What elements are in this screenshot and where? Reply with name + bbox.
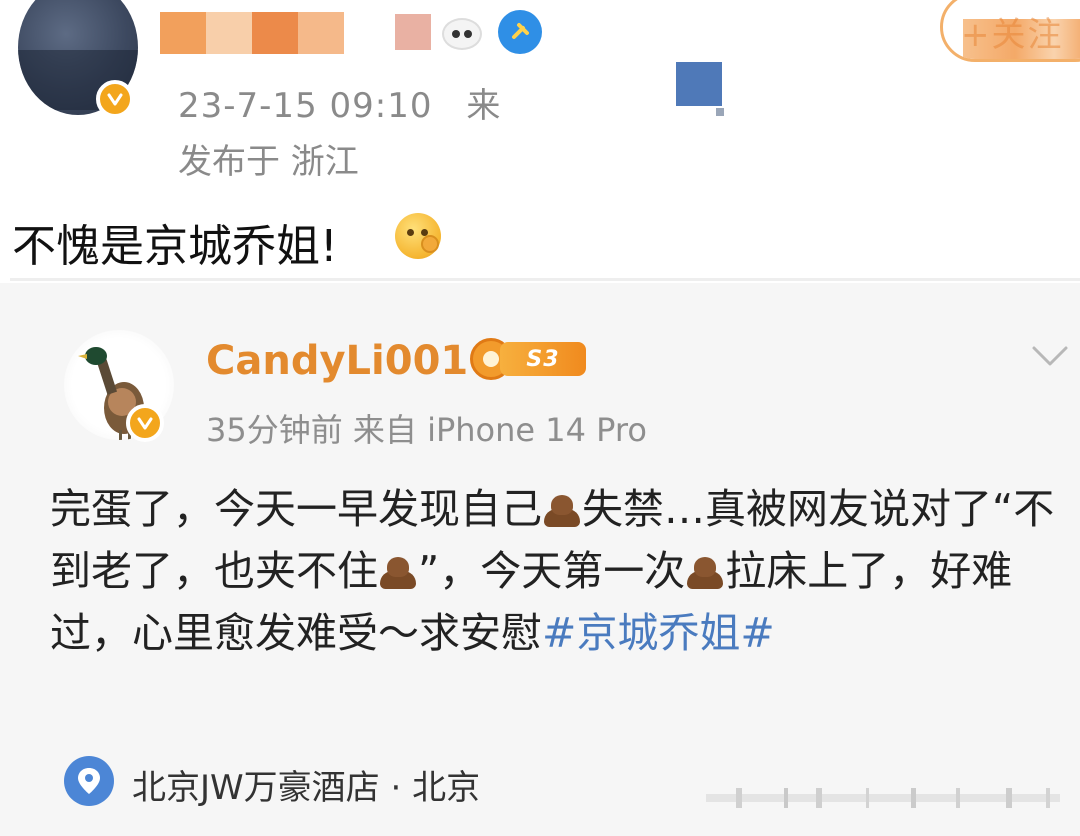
- quoted-username[interactable]: CandyLi001: [206, 338, 468, 384]
- verified-badge-icon: [96, 80, 134, 118]
- body-text: 完蛋了，今天一早发现自己: [50, 485, 542, 533]
- post-location: 发布于 浙江: [178, 142, 359, 182]
- location-pin-icon: [64, 756, 114, 806]
- username-mosaic: [395, 14, 431, 50]
- divider: [10, 278, 1080, 281]
- redacted-mark: [716, 108, 724, 116]
- checkin-label: 北京JW万豪酒店 · 北京: [132, 768, 481, 808]
- post-source: 来: [466, 86, 502, 126]
- verified-badge-icon: [126, 404, 164, 442]
- username-mosaic: [160, 12, 206, 54]
- quoted-meta: 35分钟前 来自 iPhone 14 Pro: [206, 411, 647, 449]
- follow-button[interactable]: +关注: [940, 0, 1080, 62]
- redacted-block: [676, 62, 722, 106]
- panda-icon: [442, 18, 482, 50]
- poop-emoji-icon: [542, 493, 582, 527]
- username-mosaic: [206, 12, 252, 54]
- username-mosaic: [298, 12, 344, 54]
- quoted-body: 完蛋了，今天一早发现自己 失禁…真被网友说对了“不到老了，也夹不住 ”，今天第一次拉…: [50, 478, 1060, 664]
- poop-emoji-icon: [685, 555, 725, 589]
- follow-label: +关注: [961, 15, 1064, 55]
- level-label: S3: [500, 342, 586, 376]
- thinking-emoji-icon: [395, 213, 441, 259]
- username-mosaic: [252, 12, 298, 54]
- comment-text: 不愧是京城乔姐!: [12, 221, 338, 272]
- post-meta: 23-7-15 09:10 来: [178, 78, 501, 127]
- shield-icon: [498, 10, 542, 54]
- post-time: 23-7-15 09:10: [178, 86, 433, 126]
- watermark-barcode: [706, 788, 1060, 808]
- hashtag-link[interactable]: #京城乔姐#: [542, 609, 775, 657]
- level-badge: S3: [470, 338, 594, 380]
- body-text: ”，今天第一次: [418, 547, 686, 595]
- chevron-down-icon[interactable]: [1028, 338, 1072, 374]
- poop-emoji-icon: [378, 555, 418, 589]
